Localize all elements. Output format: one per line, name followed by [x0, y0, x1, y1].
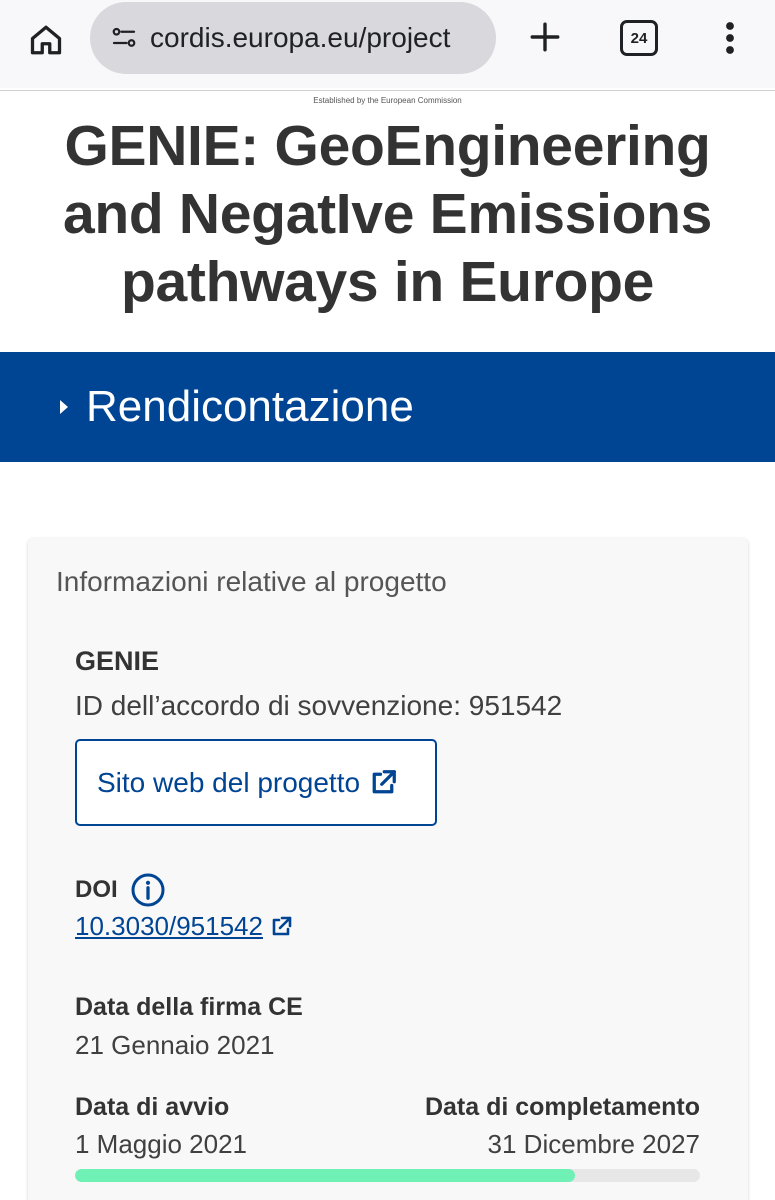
start-date-label: Data di avvio: [75, 1093, 230, 1121]
tab-count: 24: [630, 29, 648, 47]
browser-toolbar: cordis.europa.eu/project 24: [0, 0, 775, 88]
site-settings-icon[interactable]: [104, 18, 144, 58]
end-date-value: 31 Dicembre 2027: [487, 1129, 700, 1159]
doi-label-text: DOI: [75, 876, 118, 903]
doi-label: DOI: [75, 872, 166, 908]
url-text[interactable]: cordis.europa.eu/project: [150, 22, 480, 54]
project-website-button[interactable]: Sito web del progetto: [75, 739, 437, 826]
page-title: GENIE: GeoEngineering and NegatIve Emiss…: [62, 114, 713, 314]
more-menu-icon[interactable]: [712, 16, 748, 60]
caret-right-icon: [58, 395, 76, 419]
external-link-icon: [368, 768, 398, 798]
info-icon[interactable]: [130, 872, 166, 908]
signature-date-label: Data della firma CE: [75, 993, 303, 1021]
tab-switcher-icon[interactable]: 24: [620, 20, 658, 56]
project-progress-bar: [75, 1169, 700, 1182]
external-link-icon: [269, 915, 293, 939]
start-date-value: 1 Maggio 2021: [75, 1129, 248, 1159]
card-heading: Informazioni relative al progetto: [56, 566, 447, 597]
end-date-label: Data di completamento: [424, 1093, 700, 1121]
established-note: Established by the European Commission: [313, 96, 462, 105]
doi-link[interactable]: 10.3030/951542: [75, 911, 293, 942]
project-website-label: Sito web del progetto: [97, 766, 361, 798]
accordion-label: Rendicontazione: [86, 382, 414, 431]
header-divider: [0, 90, 775, 91]
project-progress-fill: [75, 1169, 575, 1182]
doi-value: 10.3030/951542: [75, 911, 263, 941]
address-bar[interactable]: cordis.europa.eu/project: [90, 2, 496, 74]
grant-agreement-id: ID dell’accordo di sovvenzione: 951542: [75, 690, 563, 721]
new-tab-icon[interactable]: [522, 14, 568, 60]
project-info-card: Informazioni relative al progetto GENIE …: [28, 538, 748, 1200]
rendicontazione-accordion[interactable]: Rendicontazione: [0, 352, 775, 462]
signature-date-value: 21 Gennaio 2021: [75, 1030, 275, 1060]
home-icon[interactable]: [24, 18, 68, 62]
project-acronym: GENIE: [75, 646, 160, 676]
